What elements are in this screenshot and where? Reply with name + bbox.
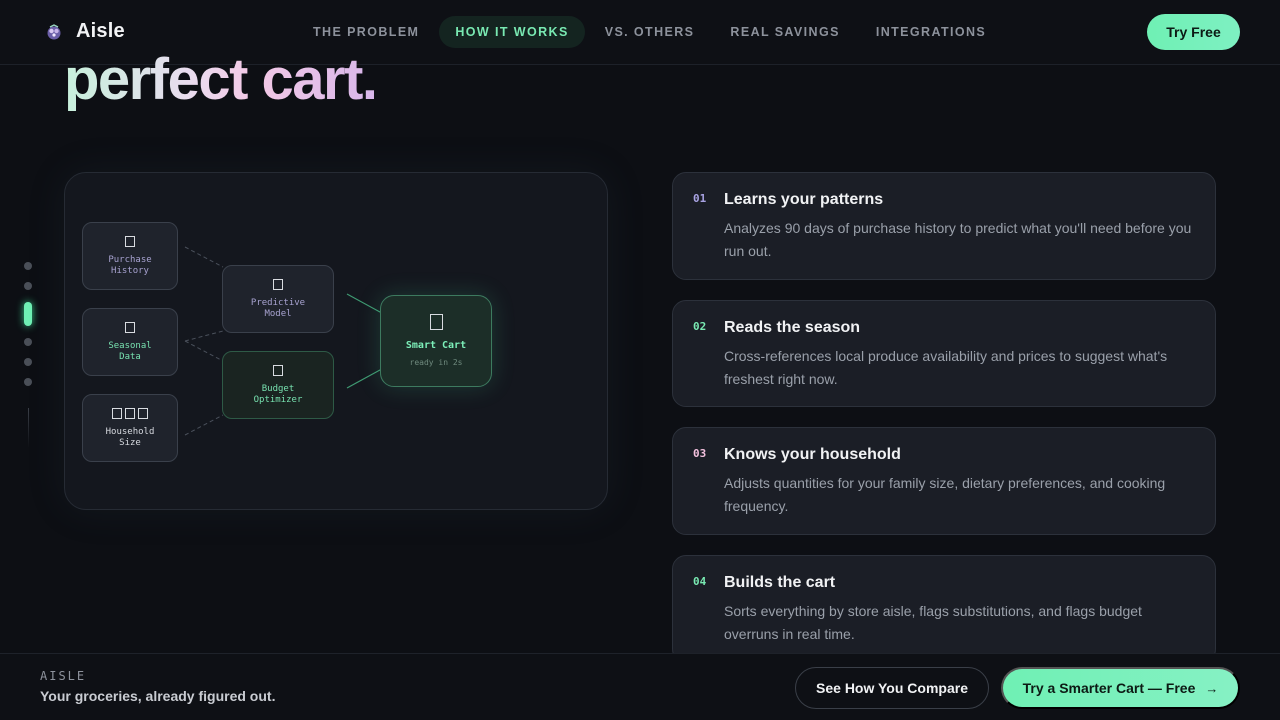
bottom-brand: AISLE xyxy=(40,669,87,683)
see-how-you-compare-button[interactable]: See How You Compare xyxy=(795,667,989,709)
node-label: History xyxy=(111,265,149,276)
node-label: Purchase xyxy=(108,254,152,265)
brand-name: Aisle xyxy=(76,20,125,42)
people-icon xyxy=(112,407,148,419)
section-dot[interactable] xyxy=(24,262,32,270)
diagram-node-household-size: Household Size xyxy=(82,394,178,462)
step-description: Adjusts quantities for your family size,… xyxy=(724,475,1166,514)
document-icon xyxy=(125,235,135,247)
smart-cart-title: Smart Cart xyxy=(405,340,467,351)
step-number: 01 xyxy=(693,192,707,205)
step-card: 02 Reads the season Cross-references loc… xyxy=(672,300,1216,407)
section-dot[interactable] xyxy=(24,358,32,366)
coin-icon xyxy=(273,364,283,376)
node-label: Model xyxy=(264,308,292,319)
step-title: Reads the season xyxy=(724,319,861,336)
section-dot-active[interactable] xyxy=(24,302,32,326)
step-card: 01 Learns your patterns Analyzes 90 days… xyxy=(672,172,1216,280)
step-description: Cross-references local produce availabil… xyxy=(724,348,1168,387)
step-title: Learns your patterns xyxy=(724,191,884,208)
section-progress-dots xyxy=(24,262,32,398)
step-number: 03 xyxy=(693,447,707,460)
step-number: 04 xyxy=(693,575,707,588)
node-label: Predictive xyxy=(250,297,306,308)
node-label: Optimizer xyxy=(253,394,303,405)
diagram-node-smart-cart: Smart Cart ready in 2s xyxy=(380,295,492,387)
cart-icon xyxy=(429,314,443,330)
hero-headline: perfect cart. xyxy=(64,44,378,116)
calendar-icon xyxy=(125,321,135,333)
diagram-node-purchase-history: Purchase History xyxy=(82,222,178,290)
nav-links: THE PROBLEM HOW IT WORKS VS. OTHERS REAL… xyxy=(297,16,1002,48)
step-description: Sorts everything by store aisle, flags s… xyxy=(724,603,1142,642)
section-dot[interactable] xyxy=(24,282,32,290)
node-label: Size xyxy=(119,437,141,448)
smart-cart-subtitle: ready in 2s xyxy=(409,358,463,367)
diagram-node-predictive-model: Predictive Model xyxy=(222,265,334,333)
section-dot[interactable] xyxy=(24,338,32,346)
step-card: 04 Builds the cart Sorts everything by s… xyxy=(672,555,1216,663)
step-title: Builds the cart xyxy=(724,574,836,591)
basket-logo-icon xyxy=(47,23,61,39)
node-label: Seasonal xyxy=(108,340,152,351)
nav-link-real-savings[interactable]: REAL SAVINGS xyxy=(714,16,855,48)
try-free-button[interactable]: Try Free xyxy=(1147,14,1240,50)
diagram-node-seasonal-data: Seasonal Data xyxy=(82,308,178,376)
step-number: 02 xyxy=(693,320,707,333)
step-description: Analyzes 90 days of purchase history to … xyxy=(724,220,1192,259)
arrow-right-icon: → xyxy=(1205,680,1219,696)
nav-link-how-it-works[interactable]: HOW IT WORKS xyxy=(439,16,585,48)
node-label: Household xyxy=(105,426,155,437)
sticky-bottom-bar: AISLE Your groceries, already figured ou… xyxy=(0,653,1280,720)
nav-link-integrations[interactable]: INTEGRATIONS xyxy=(860,16,1002,48)
node-label: Budget xyxy=(261,383,295,394)
node-label: Data xyxy=(119,351,141,362)
brain-icon xyxy=(273,278,283,290)
try-smarter-cart-button[interactable]: Try a Smarter Cart — Free → xyxy=(1001,667,1240,709)
how-it-works-diagram: Purchase History Seasonal Data Household… xyxy=(64,172,608,510)
progress-line xyxy=(28,408,29,448)
cta-label: Try a Smarter Cart — Free xyxy=(1022,680,1196,696)
step-card: 03 Knows your household Adjusts quantiti… xyxy=(672,427,1216,535)
section-dot[interactable] xyxy=(24,378,32,386)
step-title: Knows your household xyxy=(724,446,901,463)
bottom-tagline: Your groceries, already figured out. xyxy=(40,688,276,704)
nav-link-vs-others[interactable]: VS. OTHERS xyxy=(589,16,711,48)
brand[interactable]: Aisle xyxy=(44,20,125,43)
diagram-node-budget-optimizer: Budget Optimizer xyxy=(222,351,334,419)
